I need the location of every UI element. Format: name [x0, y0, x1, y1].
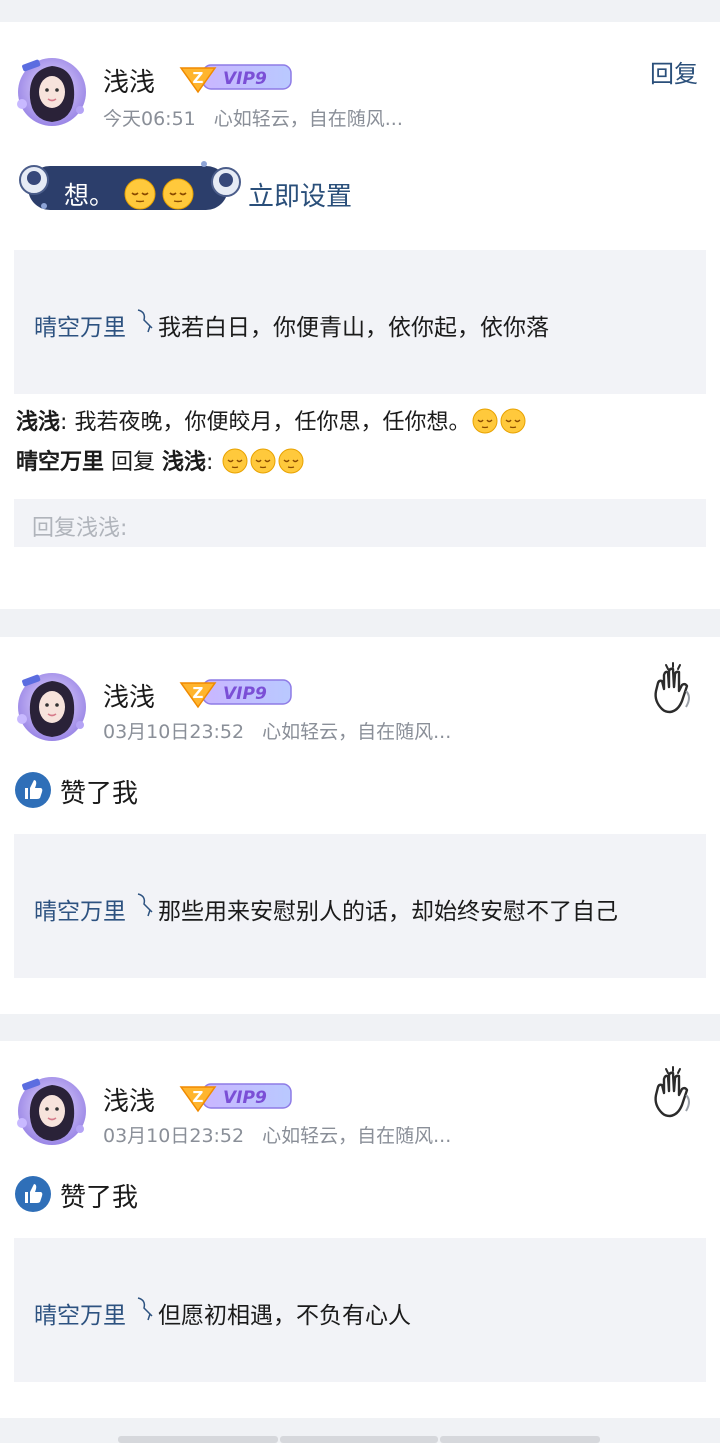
quoted-post[interactable]: 晴空万里 我若白日，你便青山，依你起，依你落: [14, 250, 706, 394]
quote-text: 我若白日，你便青山，依你起，依你落: [158, 315, 549, 341]
reply-button[interactable]: 回复: [650, 54, 698, 89]
author-signature: 心如轻云，自在随风...: [262, 721, 452, 743]
like-thumb-icon: [15, 1176, 51, 1212]
post-card: 浅浅 Z VIP9 今天06:51 心如轻云，自在随风... 回复 想。 立即设…: [0, 22, 720, 609]
tab-indicator: [280, 1436, 438, 1443]
svg-text:Z: Z: [193, 1088, 204, 1106]
quote-author[interactable]: 晴空万里: [34, 308, 126, 342]
vip-badge: Z VIP9: [177, 673, 295, 711]
post-meta: 今天06:51 心如轻云，自在随风...: [103, 104, 403, 131]
quote-text: 但愿初相遇，不负有心人: [158, 1303, 411, 1329]
post-time: 03月10日23:52: [103, 721, 245, 743]
comment-row[interactable]: 浅浅: 我若夜晚，你便皎月，任你思，任你想。: [16, 404, 526, 436]
like-thumb-icon: [15, 772, 51, 808]
quoted-post[interactable]: 晴空万里 但愿初相遇，不负有心人: [14, 1238, 706, 1382]
comment-row[interactable]: 晴空万里 回复 浅浅:: [16, 444, 304, 476]
vip-badge: Z VIP9: [177, 58, 295, 96]
post-meta: 03月10日23:52 心如轻云，自在随风...: [103, 717, 451, 744]
post-time: 03月10日23:52: [103, 1125, 245, 1147]
name-decoration-icon: [137, 1297, 153, 1321]
liked-text: 赞了我: [60, 1183, 139, 1213]
author-name[interactable]: 浅浅: [103, 1081, 155, 1118]
tab-indicator: [118, 1436, 278, 1443]
post-meta: 03月10日23:52 心如轻云，自在随风...: [103, 1121, 451, 1148]
sleepy-emoji-icon: [472, 408, 498, 434]
wave-hand-icon[interactable]: [648, 661, 696, 717]
tab-indicator: [440, 1436, 600, 1443]
reply-placeholder: 回复浅浅:: [32, 516, 128, 541]
svg-text:Z: Z: [193, 69, 204, 87]
author-name[interactable]: 浅浅: [103, 677, 155, 714]
post-card: 浅浅 Z VIP9 03月10日23:52 心如轻云，自在随风... 赞了我 晴空…: [0, 1041, 720, 1418]
reply-word: 回复: [111, 450, 156, 475]
vip-label: VIP9: [223, 69, 267, 89]
name-decoration-icon: [137, 309, 153, 333]
quote-author[interactable]: 晴空万里: [34, 892, 126, 926]
author-avatar[interactable]: [8, 1071, 90, 1147]
vip-label: VIP9: [223, 1088, 267, 1108]
svg-text:Z: Z: [193, 684, 204, 702]
comment-author[interactable]: 浅浅: [16, 410, 60, 435]
sleepy-emoji-icon: [162, 178, 194, 210]
sleepy-emoji-icon: [250, 448, 276, 474]
post-time: 今天06:51: [103, 108, 196, 130]
author-name[interactable]: 浅浅: [103, 62, 155, 99]
vip-label: VIP9: [223, 684, 267, 704]
author-signature: 心如轻云，自在随风...: [262, 1125, 452, 1147]
wave-hand-icon[interactable]: [648, 1065, 696, 1121]
setup-now-link[interactable]: 立即设置: [248, 176, 352, 213]
author-avatar[interactable]: [8, 52, 90, 128]
sleepy-emoji-icon: [278, 448, 304, 474]
quoted-post[interactable]: 晴空万里 那些用来安慰别人的话，却始终安慰不了自己: [14, 834, 706, 978]
post-card: 浅浅 Z VIP9 03月10日23:52 心如轻云，自在随风... 赞了我 晴空…: [0, 637, 720, 1014]
author-signature: 心如轻云，自在随风...: [213, 108, 403, 130]
quote-author[interactable]: 晴空万里: [34, 1296, 126, 1330]
liked-text: 赞了我: [60, 779, 139, 809]
reply-input[interactable]: 回复浅浅:: [14, 499, 706, 547]
sleepy-emoji-icon: [124, 178, 156, 210]
quote-text: 那些用来安慰别人的话，却始终安慰不了自己: [158, 899, 618, 925]
vip-badge: Z VIP9: [177, 1077, 295, 1115]
sleepy-emoji-icon: [500, 408, 526, 434]
sleepy-emoji-icon: [222, 448, 248, 474]
author-avatar[interactable]: [8, 667, 90, 743]
comment-author[interactable]: 晴空万里: [16, 450, 104, 475]
comment-text: 我若夜晚，你便皎月，任你思，任你想。: [74, 410, 471, 435]
bubble-text: 想。: [64, 181, 115, 210]
name-decoration-icon: [137, 893, 153, 917]
reply-target[interactable]: 浅浅: [162, 450, 206, 475]
